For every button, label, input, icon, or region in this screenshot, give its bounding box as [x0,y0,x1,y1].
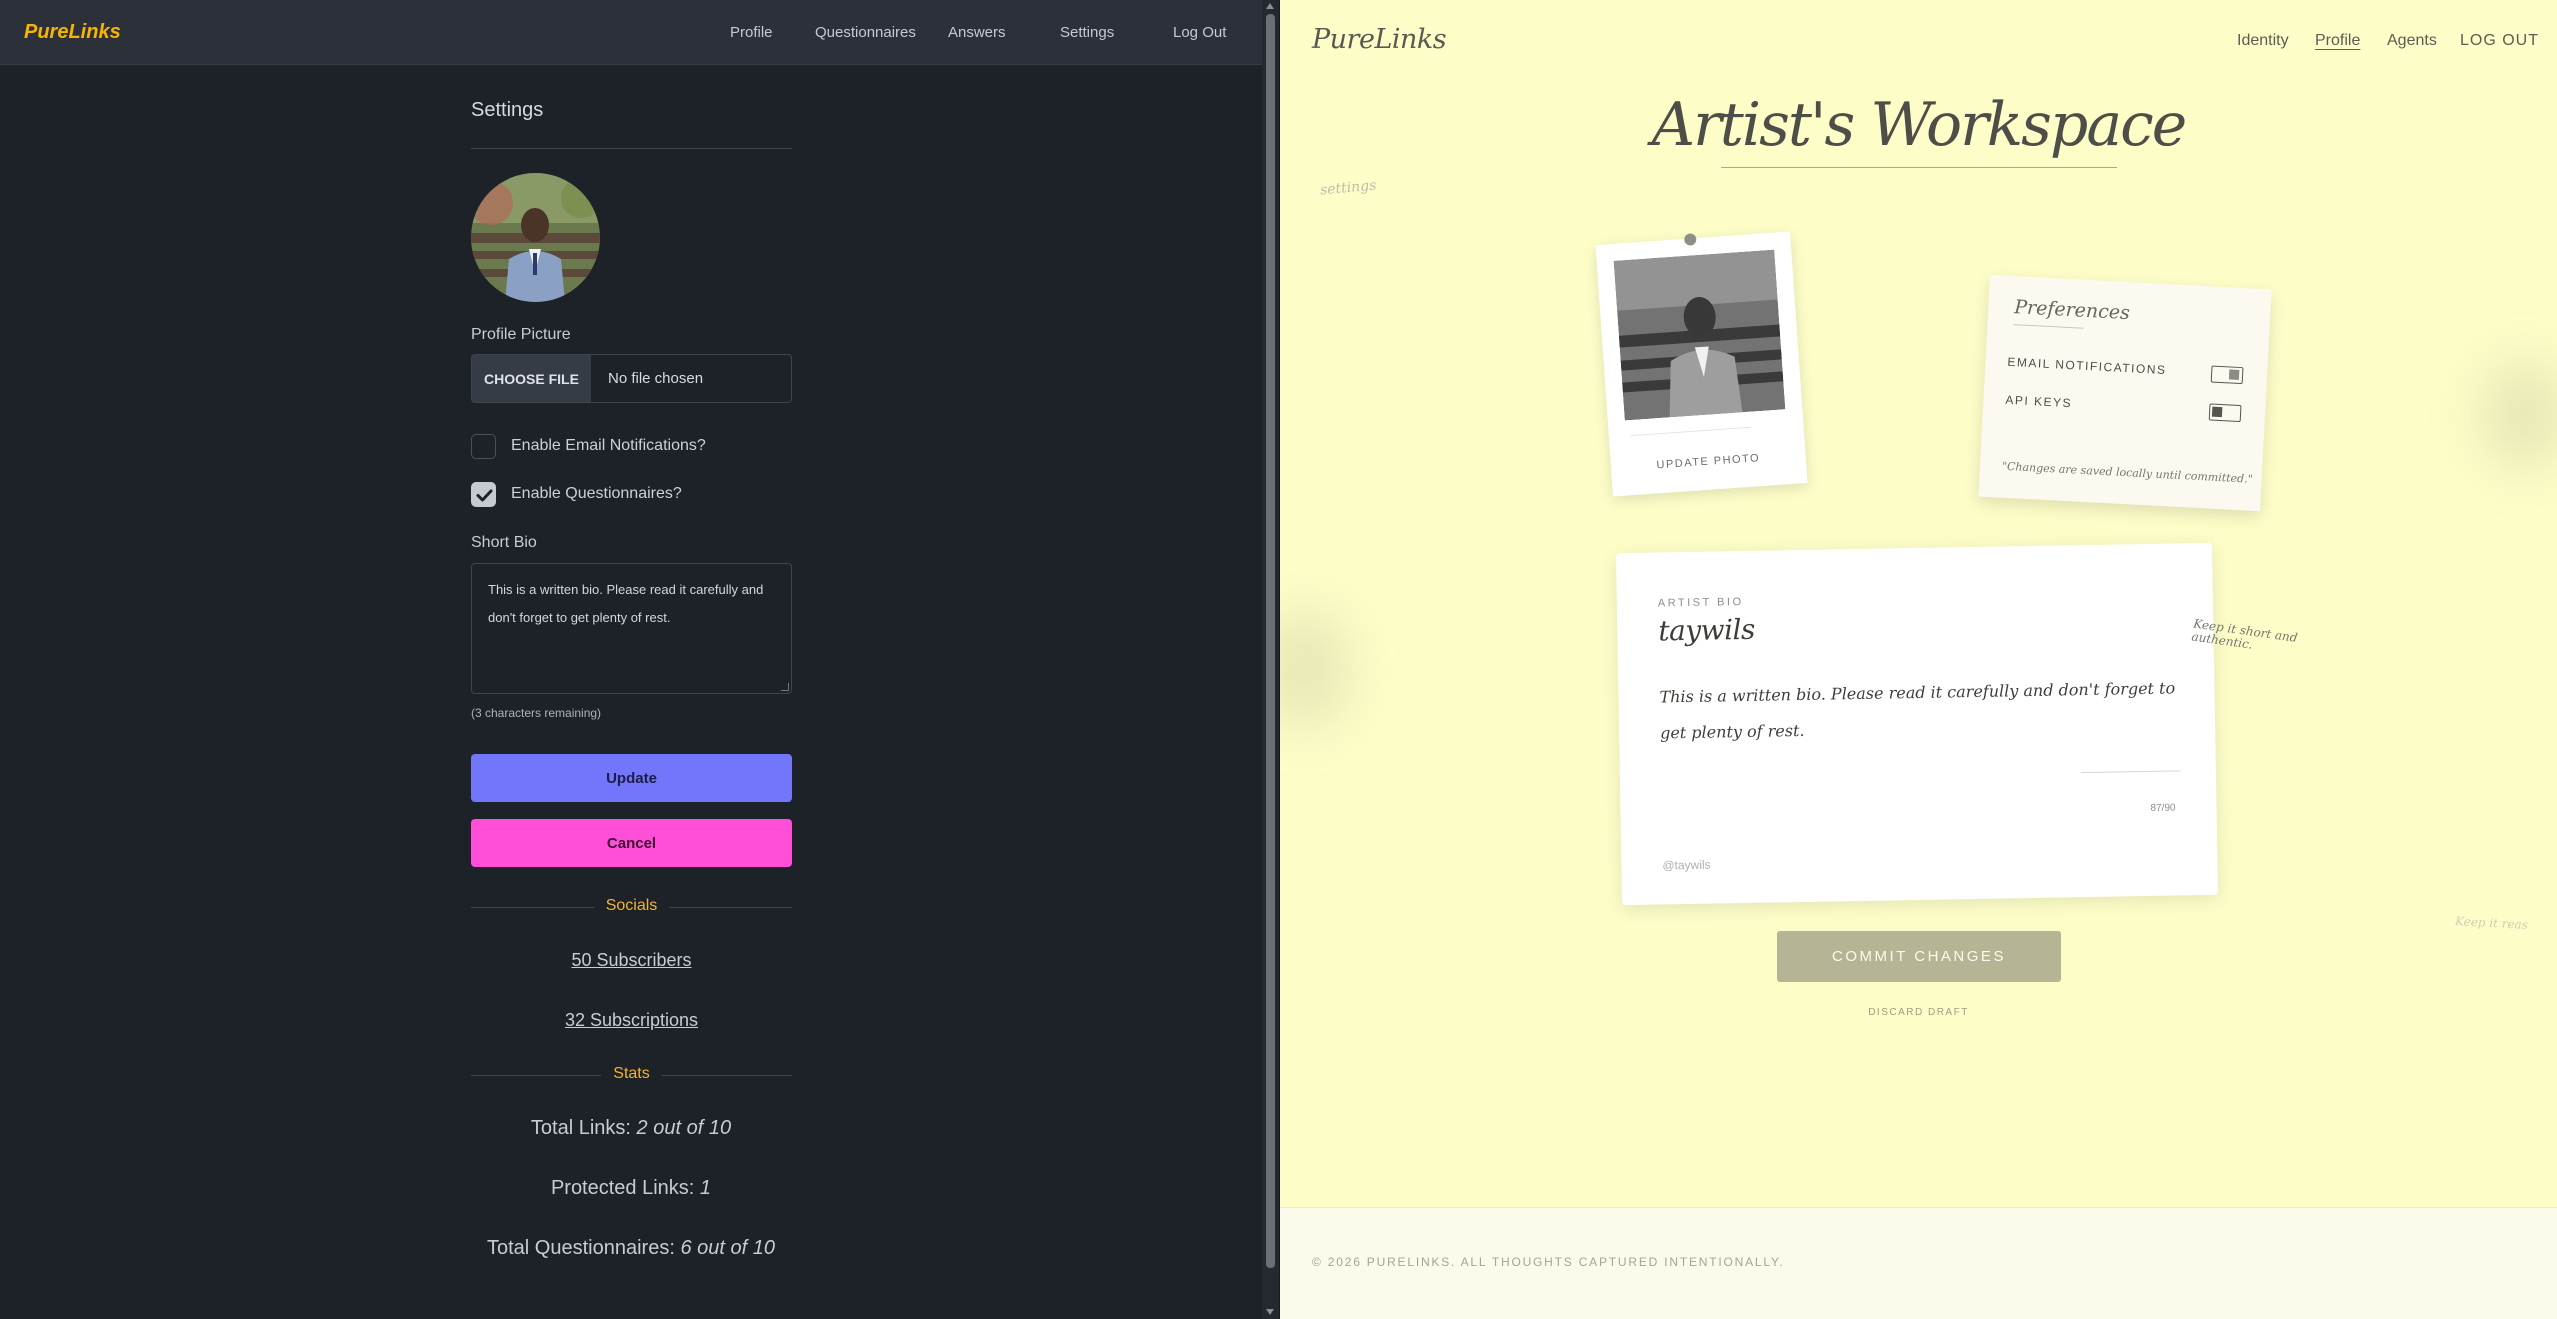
resize-handle[interactable] [781,683,789,691]
bio-counter-line [2080,770,2181,774]
socials-heading: Socials [471,897,792,917]
brand-logo[interactable]: PureLinks [24,21,121,44]
artist-bio-label: ARTIST BIO [1657,596,1744,610]
characters-remaining: (3 characters remaining) [471,706,602,720]
questionnaires-label[interactable]: Enable Questionnaires? [511,485,682,503]
footer: © 2026 PURELINKS. ALL THOUGHTS CAPTURED … [1280,1207,2557,1319]
stats-heading-text: Stats [601,1065,662,1082]
email-notifications-toggle[interactable] [2210,365,2244,385]
top-navbar: PureLinks Identity Profile Agents LOG OU… [1280,0,2557,84]
divider [471,148,792,149]
commit-changes-button[interactable]: COMMIT CHANGES [1777,931,2061,982]
decorative-blur [2480,360,2557,470]
socials-heading-text: Socials [593,897,670,914]
bio-handle: @taywils [1662,857,1711,873]
preferences-note: "Changes are saved locally until committ… [2001,459,2254,486]
page-title: Artist's Workspace [1651,90,2187,160]
short-bio-textarea[interactable]: This is a written bio. Please read it ca… [471,563,792,694]
title-underline [1721,167,2117,168]
questionnaires-checkbox[interactable] [471,482,496,507]
scroll-up-arrow[interactable] [1266,3,1274,9]
scrollbar-thumb[interactable] [1266,14,1275,1268]
nav-logout[interactable]: LOG OUT [2460,32,2539,50]
photo-card: UPDATE PHOTO [1595,231,1808,497]
decorative-blur [1280,610,1350,730]
update-button[interactable]: Update [471,754,792,802]
bio-textarea[interactable]: This is a written bio. Please read it ca… [1659,670,2180,751]
caption-line [1630,426,1751,437]
profile-photo [1613,249,1786,421]
nav-logout[interactable]: Log Out [1173,24,1226,41]
api-keys-toggle[interactable] [2208,403,2242,423]
settings-note: settings [1319,177,1377,199]
bio-username: taywils [1658,612,1756,648]
nav-settings[interactable]: Settings [1060,24,1114,41]
stat-protected-links: Protected Links: 1 [550,1177,712,1199]
choose-file-button[interactable]: CHOOSE FILE [472,355,591,402]
preferences-card: Preferences EMAIL NOTIFICATIONS API KEYS… [1978,274,2272,512]
pin-icon [1683,233,1697,246]
profile-picture-label: Profile Picture [471,326,571,343]
update-photo-button[interactable]: UPDATE PHOTO [1611,449,1806,475]
avatar [471,173,600,302]
email-notifications-label[interactable]: Enable Email Notifications? [511,437,706,455]
discard-draft-link[interactable]: DISCARD DRAFT [1280,1007,2557,1018]
stat-total-links: Total Links: 2 out of 10 [530,1117,732,1139]
faint-note: Keep it reas [2454,914,2529,932]
page-title: Settings [471,99,544,121]
stat-total-questionnaires: Total Questionnaires: 6 out of 10 [487,1237,775,1259]
scroll-down-arrow[interactable] [1266,1309,1274,1315]
top-navbar: PureLinks Profile Questionnaires Answers… [0,0,1262,65]
bio-character-count: 87/90 [2150,802,2176,814]
api-keys-pref-label: API KEYS [2005,392,2073,411]
left-app-pane: PureLinks Profile Questionnaires Answers… [0,0,1262,1319]
short-bio-label: Short Bio [471,534,537,551]
file-status: No file chosen [608,370,704,387]
cancel-button[interactable]: Cancel [471,819,792,867]
artist-bio-card: ARTIST BIO taywils This is a written bio… [1615,542,2219,906]
nav-questionnaires[interactable]: Questionnaires [815,24,916,41]
preferences-title: Preferences [2013,296,2131,325]
nav-profile[interactable]: Profile [2315,32,2360,50]
email-notifications-pref-label: EMAIL NOTIFICATIONS [2007,354,2167,378]
nav-profile[interactable]: Profile [730,24,773,41]
brand-logo[interactable]: PureLinks [1312,24,1447,55]
nav-agents[interactable]: Agents [2387,32,2437,50]
footer-text: © 2026 PURELINKS. ALL THOUGHTS CAPTURED … [1312,1255,1785,1269]
nav-answers[interactable]: Answers [948,24,1006,41]
stats-heading: Stats [471,1065,792,1085]
profile-picture-input[interactable]: CHOOSE FILE No file chosen [471,354,792,403]
checkmark-icon [476,489,493,502]
preferences-underline [2013,324,2084,329]
nav-identity[interactable]: Identity [2237,32,2289,50]
email-notifications-checkbox[interactable] [471,434,496,459]
left-scrollbar[interactable] [1262,0,1279,1319]
right-app-pane: PureLinks Identity Profile Agents LOG OU… [1280,0,2557,1319]
subscriptions-link[interactable]: 32 Subscriptions [471,1010,792,1031]
subscribers-link[interactable]: 50 Subscribers [471,950,792,971]
short-bio-value: This is a written bio. Please read it ca… [488,582,764,625]
